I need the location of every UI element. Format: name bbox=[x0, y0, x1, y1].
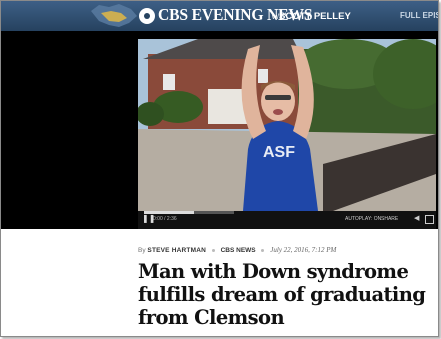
site-header: CBS EVENING NEWS w/SCOTT PELLEY FULL EPI… bbox=[1, 1, 438, 31]
share-button[interactable]: SHARE bbox=[381, 216, 398, 222]
byline-separator bbox=[211, 248, 215, 252]
progress-bar[interactable] bbox=[144, 211, 234, 214]
publish-date: July 22, 2016, 7:12 PM bbox=[270, 246, 337, 254]
byline: By STEVE HARTMAN CBS NEWS July 22, 2016,… bbox=[138, 246, 336, 254]
author-link[interactable]: STEVE HARTMAN bbox=[147, 247, 206, 254]
by-label: By bbox=[138, 247, 146, 254]
byline-separator bbox=[261, 248, 265, 252]
cbs-eye-icon[interactable] bbox=[139, 8, 155, 24]
anchor-prefix: w/ bbox=[272, 14, 279, 21]
time-display: 0:00 / 2:36 bbox=[153, 216, 177, 222]
page-frame: CBS EVENING NEWS w/SCOTT PELLEY FULL EPI… bbox=[0, 0, 439, 337]
video-controls: ❚❚ 0:00 / 2:36 AUTOPLAY: ON SHARE ◀ bbox=[138, 211, 436, 229]
us-map-graphic bbox=[91, 4, 137, 27]
fullscreen-icon[interactable] bbox=[425, 215, 434, 224]
source-link[interactable]: CBS NEWS bbox=[221, 247, 256, 254]
video-still: ASF bbox=[138, 39, 436, 211]
video-player-area: ASF ❚❚ 0:00 / 2:36 AUTOPLAY: ON SHARE ◀ bbox=[1, 31, 438, 229]
anchor-name-text: SCOTT PELLEY bbox=[279, 11, 351, 22]
full-episodes-link[interactable]: FULL EPISO bbox=[400, 11, 438, 20]
autoplay-toggle[interactable]: AUTOPLAY: ON bbox=[345, 216, 381, 222]
play-icon[interactable]: ❚❚ bbox=[142, 214, 155, 224]
anchor-name: w/SCOTT PELLEY bbox=[272, 11, 351, 22]
article-headline: Man with Down syndrome fulfills dream of… bbox=[138, 260, 426, 329]
svg-text:ASF: ASF bbox=[263, 144, 295, 161]
video-frame[interactable]: ASF bbox=[138, 39, 436, 211]
volume-icon[interactable]: ◀ bbox=[414, 214, 422, 224]
